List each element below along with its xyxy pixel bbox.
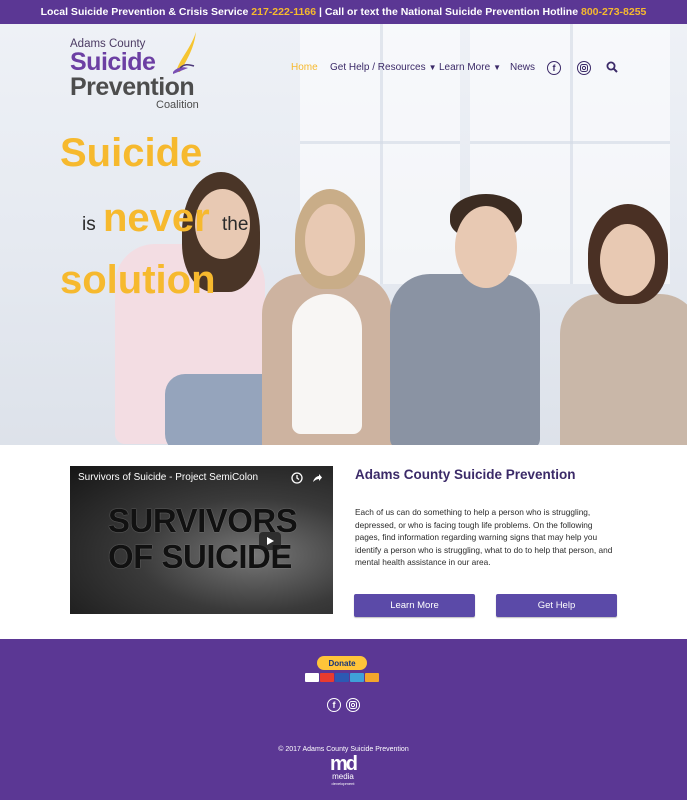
maestro-card-icon bbox=[335, 673, 349, 682]
share-icon[interactable] bbox=[311, 472, 323, 484]
learn-more-button[interactable]: Learn More bbox=[354, 594, 475, 617]
payment-cards bbox=[305, 673, 379, 682]
mastercard-icon bbox=[320, 673, 334, 682]
hero-headline-word: solution bbox=[60, 258, 216, 302]
instagram-icon[interactable] bbox=[346, 698, 360, 712]
section-heading: Adams County Suicide Prevention bbox=[355, 467, 576, 482]
nav-get-help-label: Get Help / Resources bbox=[330, 62, 426, 73]
nav-home[interactable]: Home bbox=[291, 62, 318, 73]
hero-headline-word: Suicide bbox=[60, 131, 203, 175]
instagram-icon[interactable] bbox=[577, 61, 591, 75]
md-logo-mark: md bbox=[330, 753, 358, 775]
facebook-icon[interactable]: f bbox=[327, 698, 341, 712]
donate-button[interactable]: Donate bbox=[317, 656, 367, 670]
hero-headline-word: is bbox=[82, 214, 96, 235]
visa-card-icon bbox=[305, 673, 319, 682]
section-body-text: Each of us can do something to help a pe… bbox=[355, 507, 613, 567]
hero-headline-word: never bbox=[103, 196, 210, 240]
nav-news[interactable]: News bbox=[510, 62, 535, 73]
discover-card-icon bbox=[365, 673, 379, 682]
copyright-text: © 2017 Adams County Suicide Prevention bbox=[278, 746, 409, 753]
facebook-icon[interactable]: f bbox=[547, 61, 561, 75]
get-help-button[interactable]: Get Help bbox=[496, 594, 617, 617]
chevron-down-icon: ▼ bbox=[428, 63, 437, 72]
amex-card-icon bbox=[350, 673, 364, 682]
nav-learn-more-label: Learn More bbox=[439, 62, 491, 73]
banner-text-1: Local Suicide Prevention & Crisis Servic… bbox=[40, 6, 249, 18]
logo-line: Coalition bbox=[156, 99, 199, 111]
play-icon[interactable] bbox=[259, 532, 281, 550]
flame-ribbon-icon bbox=[173, 32, 196, 74]
nav-learn-more[interactable]: Learn More ▼ bbox=[439, 62, 501, 73]
national-hotline-phone-link[interactable]: 800-273-8255 bbox=[581, 6, 646, 18]
nav-get-help[interactable]: Get Help / Resources ▼ bbox=[330, 62, 437, 73]
md-logo-line: development bbox=[331, 781, 355, 786]
search-icon[interactable] bbox=[606, 61, 618, 73]
site-logo[interactable]: Adams County Suicide Prevention Coalitio… bbox=[70, 32, 220, 116]
watch-later-icon[interactable] bbox=[291, 472, 303, 484]
video-title[interactable]: Survivors of Suicide - Project SemiColon bbox=[78, 472, 258, 483]
local-crisis-phone-link[interactable]: 217-222-1166 bbox=[251, 6, 316, 18]
site-footer: Donate f © 2017 Adams County Suicide Pre… bbox=[0, 639, 687, 800]
crisis-banner: Local Suicide Prevention & Crisis Servic… bbox=[0, 0, 687, 24]
hero-headline-word: the bbox=[222, 214, 249, 235]
media-development-logo[interactable]: md media development bbox=[325, 753, 361, 791]
banner-text-2: | Call or text the National Suicide Prev… bbox=[319, 6, 579, 18]
chevron-down-icon: ▼ bbox=[493, 63, 502, 72]
video-player[interactable]: Survivors of Suicide - Project SemiColon… bbox=[70, 466, 333, 614]
